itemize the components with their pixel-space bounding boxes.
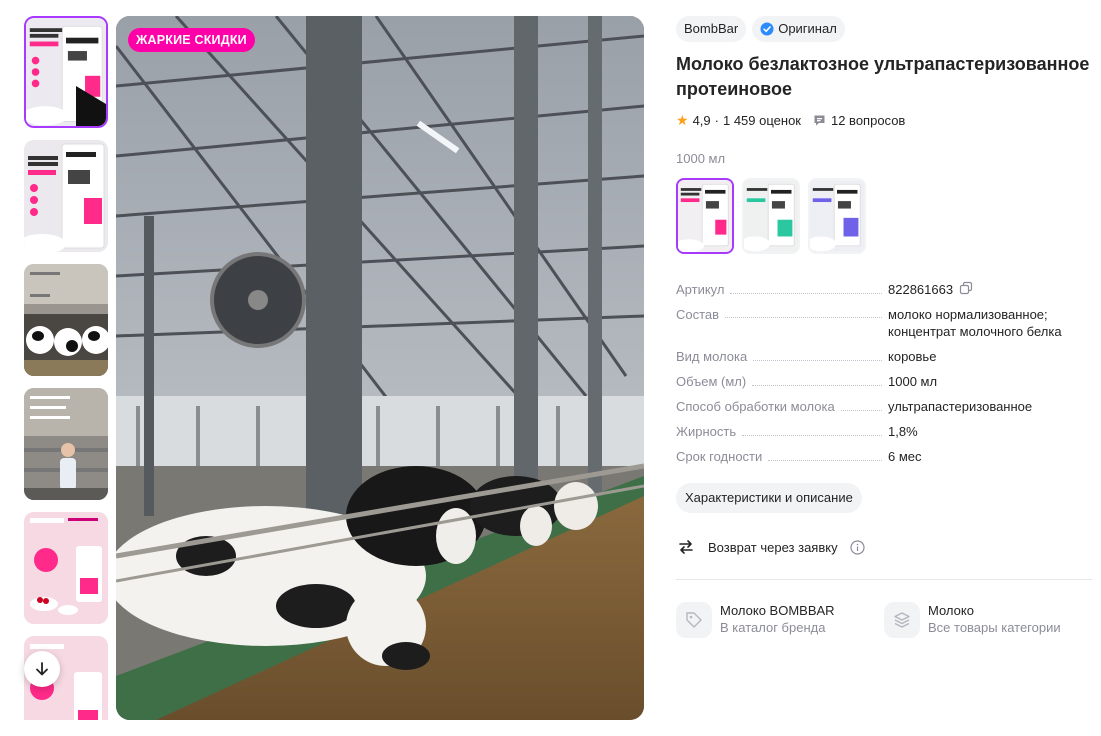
spec-key: Срок годности xyxy=(676,449,763,464)
return-arrows-icon xyxy=(679,540,693,554)
main-product-photo[interactable]: ЖАРКИЕ СКИДКИ xyxy=(116,16,644,720)
product-title: Молоко безлактозное ультрапастеризованно… xyxy=(676,54,1090,99)
spec-value: 822861663 xyxy=(888,282,954,297)
layers-icon xyxy=(884,602,920,638)
spec-row: Объем (мл) 1000 мл xyxy=(676,373,1092,390)
category-link-title: Молоко xyxy=(928,603,974,618)
spec-value: 6 мес xyxy=(888,449,922,464)
variant-product-image xyxy=(678,180,732,252)
product-info-panel: BombBar Оригинал Молоко безлактозное уль… xyxy=(676,16,1092,638)
thumbnail-cows-image xyxy=(24,264,108,376)
spec-key: Состав xyxy=(676,307,720,322)
category-catalog-link[interactable]: Молоко Все товары категории xyxy=(884,602,1084,638)
thumbnail-2[interactable] xyxy=(24,140,108,252)
copy-icon[interactable] xyxy=(959,281,973,295)
thumbnail-product-image xyxy=(24,140,108,252)
thumbnail-video[interactable] xyxy=(24,16,108,128)
return-text: Возврат через заявку xyxy=(708,539,838,555)
play-icon xyxy=(76,86,106,126)
variant-product-image xyxy=(810,180,864,252)
spec-key: Артикул xyxy=(676,282,725,297)
rating-row: ★ 4,9 · 1 459 оценок 12 вопросов xyxy=(676,111,1092,129)
badges-row: BombBar Оригинал xyxy=(676,16,1092,42)
spec-row: Жирность 1,8% xyxy=(676,423,1092,440)
spec-row: Способ обработки молока ультрапастеризов… xyxy=(676,398,1092,415)
question-bubble-icon xyxy=(814,115,825,125)
thumbnail-4[interactable] xyxy=(24,388,108,500)
spec-key: Вид молока xyxy=(676,349,748,364)
spec-value: 1,8% xyxy=(888,424,918,439)
thumbnail-strip xyxy=(24,16,108,720)
brand-name: BombBar xyxy=(684,21,739,36)
catalog-links: Молоко BOMBBAR В каталог бренда Молоко В… xyxy=(676,602,1092,638)
divider xyxy=(676,579,1092,580)
spec-row: Вид молока коровье xyxy=(676,348,1092,365)
verified-check-icon xyxy=(760,22,774,36)
category-link-subtitle: Все товары категории xyxy=(928,620,1061,635)
spec-key: Способ обработки молока xyxy=(676,399,835,414)
spec-row: Артикул 822861663 xyxy=(676,281,1092,298)
spec-value: молоко нормализованное; концентрат молоч… xyxy=(888,307,1062,339)
thumbnail-farm-image xyxy=(24,388,108,500)
questions-count: 12 вопросов xyxy=(830,112,906,128)
spec-value: коровье xyxy=(888,349,937,364)
variant-35-violet[interactable] xyxy=(808,178,866,254)
variant-selector xyxy=(676,178,1092,254)
return-policy-row: Возврат через заявку xyxy=(676,537,1092,557)
variant-product-image xyxy=(744,180,798,252)
questions-link[interactable]: 12 вопросов xyxy=(813,113,905,128)
original-label: Оригинал xyxy=(778,21,837,36)
thumbnail-3[interactable] xyxy=(24,264,108,376)
ratings-count[interactable]: 1 459 оценок xyxy=(723,113,801,128)
spec-value: ультрапастеризованное xyxy=(888,399,1033,414)
volume-label: 1000 мл xyxy=(676,151,726,166)
promo-badge: ЖАРКИЕ СКИДКИ xyxy=(128,28,255,52)
original-badge[interactable]: Оригинал xyxy=(752,16,845,42)
brand-link-title: Молоко BOMBBAR xyxy=(720,603,835,618)
variant-35-green[interactable] xyxy=(742,178,800,254)
specs-list: Артикул 822861663 Состав молоко нормализ… xyxy=(676,281,1092,465)
thumbnail-5[interactable] xyxy=(24,512,108,624)
spec-value: 1000 мл xyxy=(888,374,938,389)
scroll-thumbnails-down-button[interactable] xyxy=(24,651,60,687)
cow-barn-photo xyxy=(116,16,644,720)
brand-link-subtitle: В каталог бренда xyxy=(720,620,826,635)
rating-value[interactable]: 4,9 xyxy=(693,113,711,128)
tag-icon xyxy=(676,602,712,638)
details-button[interactable]: Характеристики и описание xyxy=(676,483,862,513)
spec-key: Объем (мл) xyxy=(676,374,747,389)
arrow-down-icon xyxy=(36,662,48,676)
thumbnail-promo-image xyxy=(24,512,108,624)
brand-catalog-link[interactable]: Молоко BOMBBAR В каталог бренда xyxy=(676,602,876,638)
spec-key: Жирность xyxy=(676,424,737,439)
rating-separator: · xyxy=(714,112,719,128)
star-icon: ★ xyxy=(676,111,689,128)
brand-badge[interactable]: BombBar xyxy=(676,16,747,42)
info-icon[interactable] xyxy=(849,539,865,555)
variant-70[interactable] xyxy=(676,178,734,254)
spec-row: Срок годности 6 мес xyxy=(676,448,1092,465)
spec-row: Состав молоко нормализованное; концентра… xyxy=(676,306,1092,340)
